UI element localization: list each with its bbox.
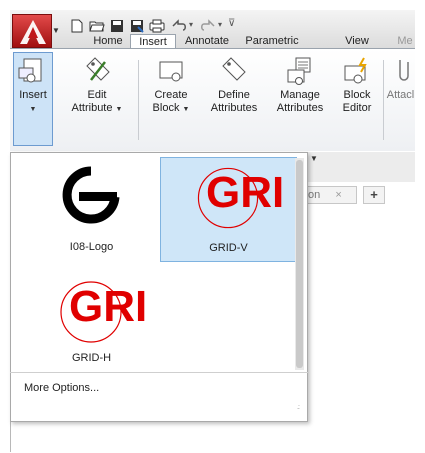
manage-attributes-button[interactable]: Manage Attributes [272, 56, 328, 115]
app-menu-caret-icon[interactable]: ▼ [52, 26, 60, 35]
manage-attributes-icon [287, 57, 311, 85]
edit-attribute-label-line2: Attribute [71, 102, 113, 114]
new-icon[interactable] [68, 19, 86, 33]
create-block-icon [159, 61, 183, 82]
customize-icon[interactable]: ⊽ [228, 18, 235, 29]
open-icon[interactable] [88, 19, 106, 33]
block-editor-label-line1: Block [343, 89, 371, 101]
define-attributes-label-line1: Define [218, 89, 250, 101]
more-options-row[interactable] [10, 372, 308, 422]
gallery-item-grid-v[interactable]: GRI GRID-V [160, 157, 297, 262]
block-editor-label-line2: Editor [342, 102, 372, 114]
resize-grip-icon[interactable]: .: [297, 404, 300, 411]
manage-attributes-label-line1: Manage [280, 89, 320, 101]
define-attributes-icon [222, 57, 246, 81]
document-tab-label: on [308, 189, 321, 201]
more-options-link[interactable]: More Options... [24, 382, 99, 394]
create-block-button[interactable]: Create Block ▼ [150, 56, 192, 116]
tab-annotate[interactable]: Annotate [180, 34, 234, 49]
ribbon-separator-2 [383, 60, 384, 140]
grid-h-thumbnail-text: GRI [69, 282, 148, 331]
plot-icon[interactable] [148, 19, 166, 33]
i08-logo-thumbnail-icon [62, 166, 120, 224]
insert-button-content[interactable]: Insert ▼ [14, 56, 52, 116]
edit-attribute-label-line1: Edit [87, 89, 107, 101]
tab-manage[interactable]: Me [395, 34, 415, 49]
gallery-scroll-thumb[interactable] [296, 160, 303, 368]
edit-attribute-button[interactable]: Edit Attribute ▼ [66, 56, 128, 116]
redo-caret-icon[interactable]: ▾ [218, 20, 222, 29]
application-menu-button[interactable] [12, 14, 52, 48]
tab-insert[interactable]: Insert [130, 34, 176, 49]
save-icon[interactable] [108, 19, 126, 33]
gallery-item-label: GRID-V [209, 242, 248, 254]
insert-block-icon [18, 58, 42, 83]
gallery-item-i08-logo[interactable]: I08-Logo [23, 157, 160, 262]
grid-v-thumbnail-text: GRI [206, 168, 285, 217]
autocad-logo-icon [20, 20, 46, 44]
tab-parametric[interactable]: Parametric [240, 34, 304, 49]
edit-attribute-icon [86, 57, 110, 81]
redo-icon[interactable] [199, 19, 217, 33]
create-block-caret-icon[interactable]: ▼ [183, 106, 190, 113]
block-editor-icon [344, 57, 367, 84]
tab-view[interactable]: View [340, 34, 374, 49]
save-as-icon[interactable] [128, 19, 146, 33]
document-tab[interactable]: on × [303, 186, 357, 204]
edit-attribute-caret-icon[interactable]: ▼ [116, 106, 123, 113]
ribbon-separator [138, 60, 139, 140]
close-tab-icon[interactable]: × [335, 189, 341, 201]
undo-icon[interactable] [170, 19, 188, 33]
block-editor-button[interactable]: Block Editor [336, 56, 378, 115]
gallery-item-label: I08-Logo [69, 241, 114, 253]
create-block-label-line1: Create [154, 89, 188, 101]
attach-button[interactable]: Attacl [386, 56, 415, 102]
new-tab-button[interactable]: + [363, 186, 385, 204]
manage-attributes-label-line2: Attributes [276, 102, 324, 114]
tab-home[interactable]: Home [86, 34, 130, 49]
create-block-label-line2: Block [152, 102, 180, 114]
gallery-item-grid-h[interactable]: GRI GRID-H [23, 268, 160, 373]
define-attributes-button[interactable]: Define Attributes [206, 56, 262, 115]
insert-label: Insert [19, 89, 47, 101]
define-attributes-label-line2: Attributes [210, 102, 258, 114]
attach-label: Attacl [386, 89, 415, 101]
gallery-item-label: GRID-H [71, 352, 112, 364]
undo-caret-icon[interactable]: ▾ [189, 20, 193, 29]
attach-icon [399, 60, 409, 81]
panel-expand-icon[interactable]: ▼ [310, 154, 318, 163]
insert-caret-icon[interactable]: ▼ [30, 106, 37, 113]
